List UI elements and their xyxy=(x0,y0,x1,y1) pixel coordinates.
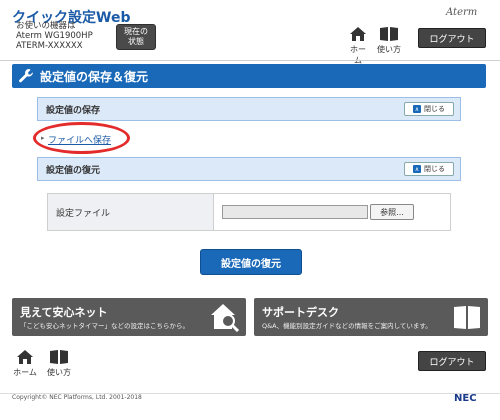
save-section-title: 設定値の保存 xyxy=(46,105,101,116)
footer-logout-button[interactable]: ログアウト xyxy=(418,351,486,371)
mieteanshin-net-banner[interactable]: 見えて安心ネット 「こども安心ネットタイマー」などの設定はこちらから。 xyxy=(12,298,246,336)
device-info: お使いの機器は Aterm WG1900HP ATERM-XXXXXX xyxy=(16,21,93,51)
brand-logo: Aterm xyxy=(446,7,478,18)
book-icon xyxy=(380,27,398,41)
home-icon xyxy=(17,350,33,364)
banner-title: サポートデスク xyxy=(262,306,339,319)
restore-settings-button[interactable]: 設定値の復元 xyxy=(200,249,302,275)
chevron-up-icon: ∧ xyxy=(413,165,421,173)
collapse-label: 閉じる xyxy=(424,105,445,113)
restore-section-collapse-button[interactable]: ∧ 閉じる xyxy=(404,162,454,176)
manual-label: 使い方 xyxy=(377,45,401,54)
save-section-header: 設定値の保存 ∧ 閉じる xyxy=(37,97,461,121)
nec-logo: NEC xyxy=(454,393,477,404)
logout-button[interactable]: ログアウト xyxy=(418,28,486,48)
page-title: 設定値の保存＆復元 xyxy=(40,69,149,84)
chevron-up-icon: ∧ xyxy=(413,105,421,113)
settings-file-label: 設定ファイル xyxy=(48,194,214,230)
banner-description: Q&A、機能別設定ガイドなどの情報をご案内しています。 xyxy=(262,322,432,330)
copyright-text: Copyright© NEC Platforms, Ltd. 2001-2018 xyxy=(12,394,142,401)
status-button-line2: 状態 xyxy=(128,37,144,46)
footer-home-button[interactable]: ホーム xyxy=(13,349,37,378)
support-desk-banner[interactable]: サポートデスク Q&A、機能別設定ガイドなどの情報をご案内しています。 xyxy=(254,298,488,336)
footer-manual-label: 使い方 xyxy=(47,368,71,377)
settings-file-value-cell: 参照... xyxy=(214,194,450,230)
book-icon xyxy=(452,302,482,335)
device-id: ATERM-XXXXXX xyxy=(16,41,83,51)
manual-button[interactable]: 使い方 xyxy=(376,26,402,55)
footer-home-label: ホーム xyxy=(13,368,37,377)
save-section-collapse-button[interactable]: ∧ 閉じる xyxy=(404,102,454,116)
header-divider xyxy=(0,60,500,61)
banner-title: 見えて安心ネット xyxy=(20,306,108,319)
settings-file-row: 設定ファイル 参照... xyxy=(47,193,451,231)
restore-section-header: 設定値の復元 ∧ 閉じる xyxy=(37,157,461,181)
page-title-bar: 設定値の保存＆復元 xyxy=(12,64,486,88)
device-model: Aterm WG1900HP xyxy=(16,31,93,41)
wrench-icon xyxy=(18,68,34,84)
restore-section-title: 設定値の復元 xyxy=(46,165,101,176)
house-magnifier-icon xyxy=(210,302,240,335)
book-icon xyxy=(50,350,68,364)
collapse-label: 閉じる xyxy=(424,165,445,173)
current-status-button[interactable]: 現在の 状態 xyxy=(116,24,156,50)
file-path-input[interactable] xyxy=(222,205,368,219)
banner-description: 「こども安心ネットタイマー」などの設定はこちらから。 xyxy=(20,322,189,330)
home-label: ホーム xyxy=(350,45,366,65)
browse-button[interactable]: 参照... xyxy=(370,204,414,220)
device-label: お使いの機器は xyxy=(16,21,76,31)
highlight-annotation xyxy=(33,122,130,154)
footer-manual-button[interactable]: 使い方 xyxy=(46,349,72,378)
status-button-line1: 現在の xyxy=(124,27,148,36)
home-icon xyxy=(350,27,366,41)
